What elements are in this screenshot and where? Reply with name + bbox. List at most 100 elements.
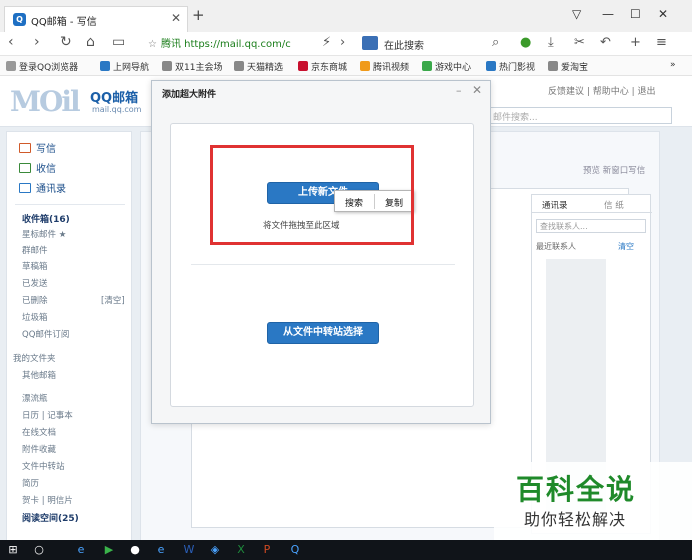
sidebar-divider [15,204,125,205]
watermark: 百科全说 助你轻松解决 [494,462,692,540]
search-icon[interactable]: ⌕ [492,35,499,50]
sidebar-item-transfer[interactable]: 文件中转站 [22,460,65,472]
star-icon[interactable]: ☆ [148,39,157,50]
scissors-icon[interactable]: ✂ [574,35,585,50]
excel-icon[interactable]: X [232,542,250,558]
contacts-tabs: 通讯录 信 纸 [532,195,652,213]
video-player-icon[interactable]: ▶ [100,542,118,558]
sidebar-item-cards[interactable]: 贺卡 | 明信片 [22,494,73,506]
new-tab-button[interactable]: + [192,6,205,24]
home-icon[interactable]: ⌂ [86,34,95,50]
tab-contacts[interactable]: 通讯录 [542,199,568,211]
media-icon[interactable]: ● [126,542,144,558]
bookmark-item[interactable]: 腾讯视频 [360,60,409,73]
sidebar-item-starred[interactable]: 星标邮件 ★ [22,228,66,240]
skin-icon[interactable]: ▽ [572,7,581,21]
dialog-title: 添加超大附件 [162,90,217,100]
download-icon[interactable]: ⤓ [548,35,554,50]
windows-start-icon[interactable]: ⊞ [4,542,22,558]
chevron-right-icon[interactable]: › [340,35,345,50]
sidebar-item-deleted[interactable]: 已删除 [22,294,48,306]
mail-logo-icon[interactable]: MOil [10,85,81,118]
mail-sidebar: 写信 收信 通讯录 收件箱(16) 星标邮件 ★ 群邮件 草稿箱 已发送 已删除… [6,131,132,540]
mail-logo-text: QQ邮箱 [90,91,139,106]
clear-recent-link[interactable]: 清空 [618,241,634,252]
sidebar-item-inbox[interactable]: 收件箱(16) [22,212,70,225]
sidebar-item-sent[interactable]: 已发送 [22,277,48,289]
clear-trash-link[interactable]: [清空] [101,294,125,306]
sidebar-item-resume[interactable]: 简历 [22,477,39,489]
contacts-link[interactable]: 通讯录 [19,180,66,195]
sidebar-item-docs[interactable]: 在线文档 [22,426,56,438]
minimize-button[interactable]: — [602,7,614,21]
sidebar-item-calendar[interactable]: 日历 | 记事本 [22,409,73,421]
video-icon [360,61,370,71]
navigation-icon [100,61,110,71]
bookmark-item[interactable]: 上网导航 [100,60,149,73]
bookmark-item[interactable]: 游戏中心 [422,60,471,73]
refresh-icon[interactable]: ↻ [60,34,72,50]
close-icon[interactable]: ✕ [472,83,482,97]
tab-close-icon[interactable]: ✕ [171,11,181,25]
sidebar-item-drafts[interactable]: 草稿箱 [22,260,48,272]
minimize-icon[interactable]: – [456,84,462,97]
bookmark-item[interactable]: 登录QQ浏览器 [6,60,78,73]
forward-icon[interactable]: › [34,34,40,50]
qq-browser-taskbar-icon[interactable]: Q [286,542,304,558]
bookmark-item[interactable]: 爱淘宝 [548,60,588,73]
edge-icon[interactable]: e [152,542,170,558]
sidebar-item-attachments[interactable]: 附件收藏 [22,443,56,455]
sidebar-item-bottle[interactable]: 漂流瓶 [22,392,48,404]
reader-icon[interactable]: ▭ [112,34,125,50]
sidebar-item-reading[interactable]: 阅读空间(25) [22,511,79,524]
contacts-icon [19,183,31,193]
sidebar-item-my-folders[interactable]: 我的文件夹 [13,352,56,364]
bookmark-item[interactable]: 双11主会场 [162,60,222,73]
more-bookmarks-icon[interactable]: » [670,60,676,70]
tab-title: QQ邮箱 - 写信 [31,17,97,28]
menu-icon[interactable]: ≡ [656,35,667,50]
compose-link[interactable]: 写信 [19,140,56,155]
sidebar-item-group[interactable]: 群邮件 [22,244,48,256]
inbox-icon [19,163,31,173]
sidebar-item-spam[interactable]: 垃圾箱 [22,311,48,323]
preview-links[interactable]: 预览 新窗口写信 [583,164,645,176]
maximize-button[interactable]: ☐ [630,7,641,21]
game-icon [422,61,432,71]
bookmark-item[interactable]: 京东商城 [298,60,347,73]
word-icon[interactable]: W [180,542,198,558]
tab-stationery[interactable]: 信 纸 [604,199,624,211]
windows-taskbar: ⊞ ○ e ▶ ● e W ◈ X P Q [0,540,692,560]
powerpoint-icon[interactable]: P [258,542,276,558]
add-icon[interactable]: + [630,35,641,50]
bookmark-item[interactable]: 天猫精选 [234,60,283,73]
back-icon[interactable]: ‹ [8,34,14,50]
globe-icon [548,61,558,71]
mail-search-input[interactable]: 邮件搜索... [488,107,672,124]
browser-tab[interactable]: Q QQ邮箱 - 写信 ✕ [4,6,188,32]
top-links[interactable]: 反馈建议 | 帮助中心 | 退出 [548,84,656,97]
close-window-button[interactable]: ✕ [658,7,668,21]
sidebar-item-other-mail[interactable]: 其他邮箱 [22,369,56,381]
ie-icon[interactable]: e [72,542,90,558]
bookmarks-bar: 登录QQ浏览器 上网导航 双11主会场 天猫精选 京东商城 腾讯视频 游戏中心 … [0,56,692,76]
undo-icon[interactable]: ↶ [600,35,611,50]
select-from-transfer-button[interactable]: 从文件中转站选择 [267,322,379,344]
inbox-link[interactable]: 收信 [19,160,56,175]
bookmark-item[interactable]: 热门影视 [486,60,535,73]
wechat-icon[interactable]: ● [520,35,531,50]
jd-icon [298,61,308,71]
search-input[interactable]: 在此搜索 [384,37,424,52]
search-engine-icon[interactable] [362,36,378,50]
globe-icon [162,61,172,71]
sidebar-item-subscription[interactable]: QQ邮件订阅 [22,328,69,340]
watermark-subtitle: 助你轻松解决 [524,510,627,529]
cortana-icon[interactable]: ○ [30,542,48,558]
dialog-divider [191,264,455,265]
qq-mail-tab-icon: Q [13,13,26,26]
security-icon[interactable]: ◈ [206,542,224,558]
super-attachment-dialog: 添加超大附件 – ✕ 上传新文件 将文件拖拽至此区域 从文件中转站选择 [151,80,491,424]
play-icon [486,61,496,71]
lightning-icon[interactable]: ⚡ [322,35,331,50]
contact-search-input[interactable]: 查找联系人... [536,219,646,233]
